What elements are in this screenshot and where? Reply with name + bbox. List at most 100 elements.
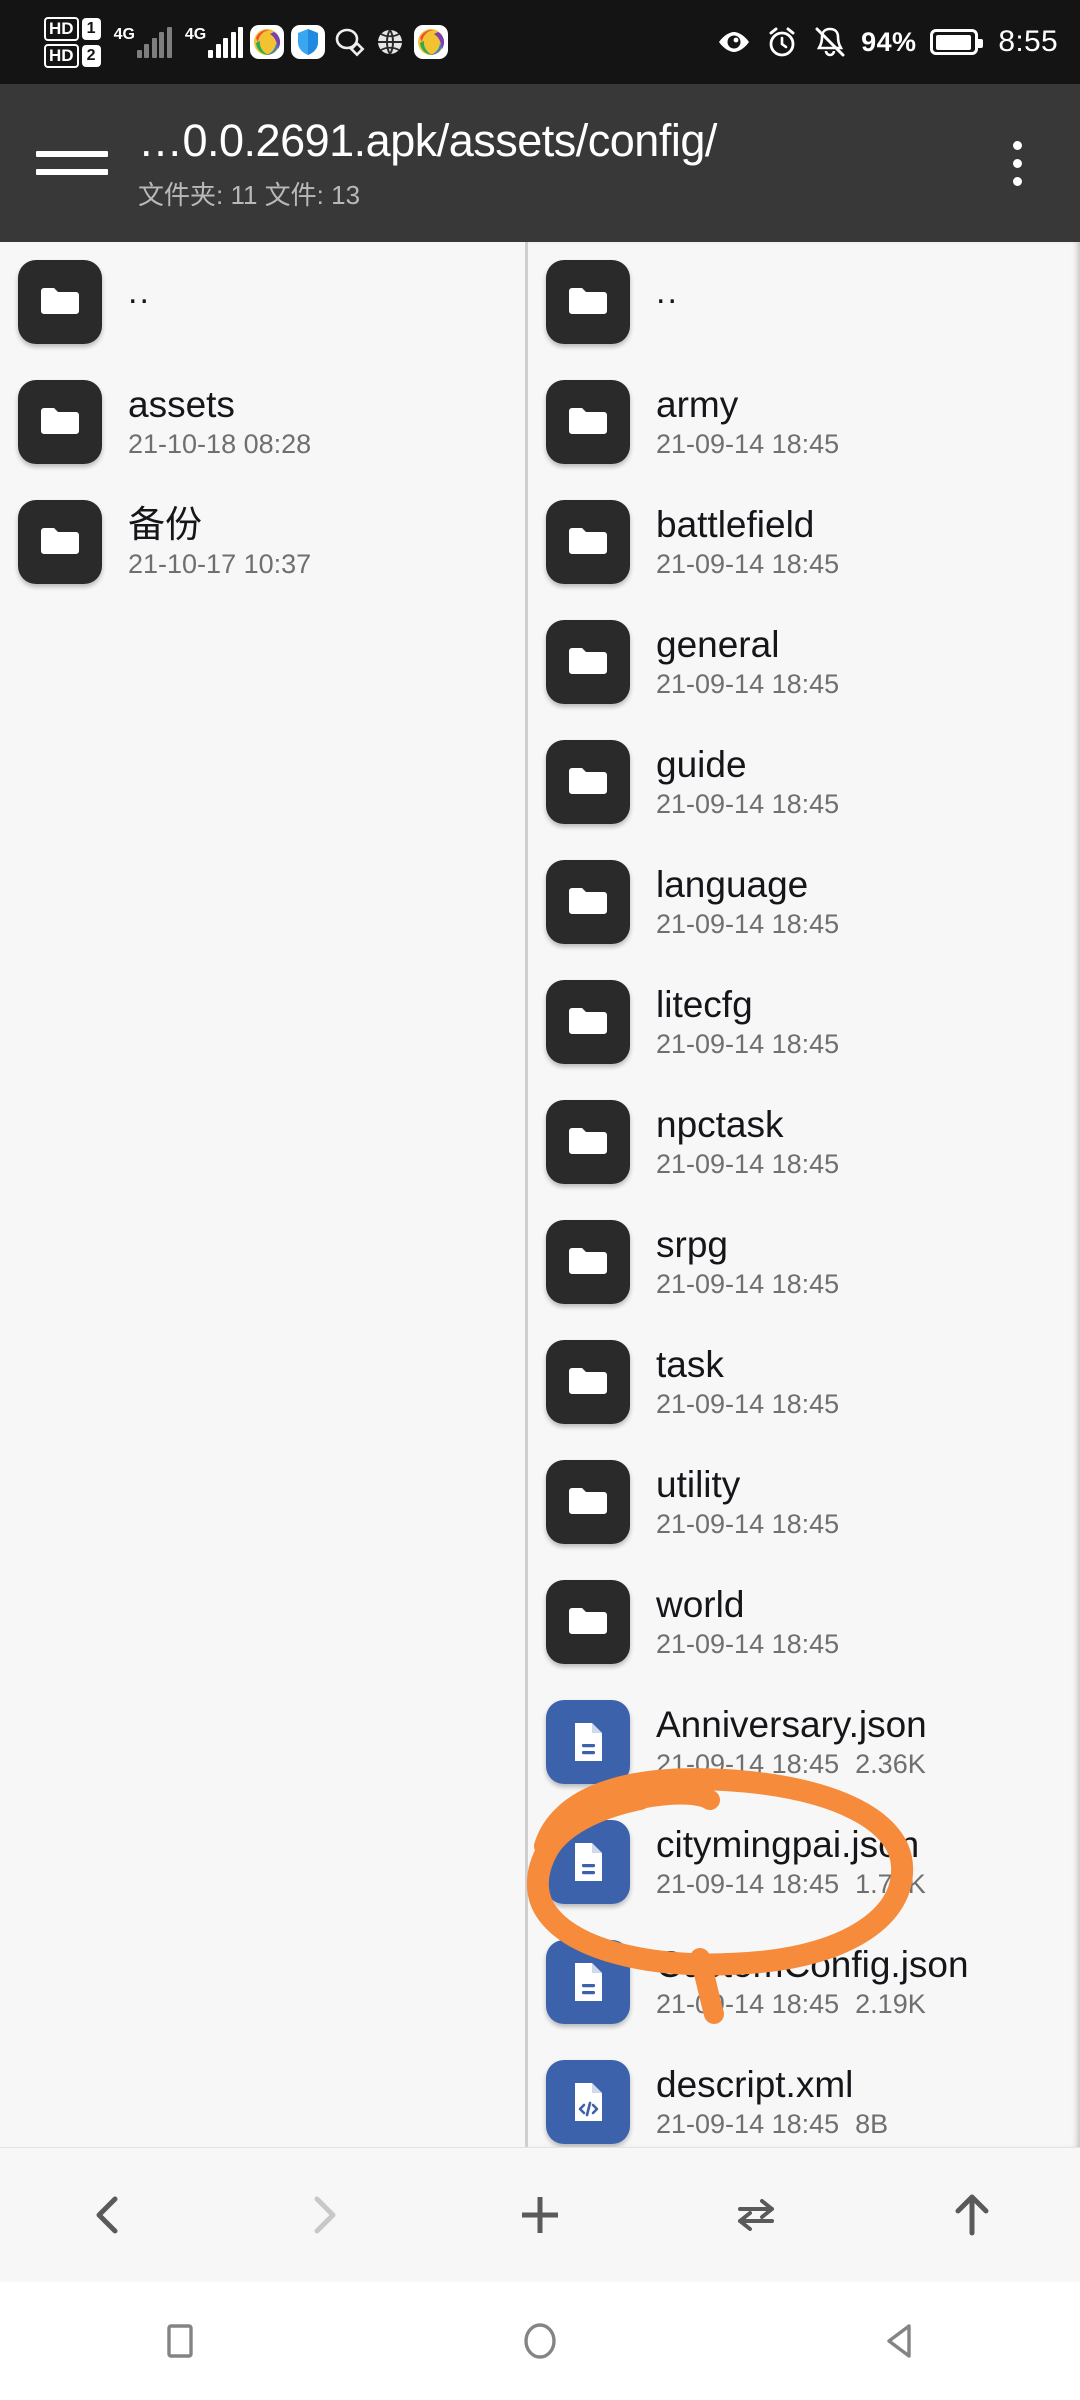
list-item-text: CustomConfig.json 21-09-14 18:45 2.19K	[656, 1944, 969, 2020]
list-item-date: 21-09-14 18:45	[656, 909, 840, 940]
list-item[interactable]: battlefield 21-09-14 18:45	[528, 482, 1080, 602]
chat-bubble-icon	[332, 25, 366, 59]
list-item[interactable]: guide 21-09-14 18:45	[528, 722, 1080, 842]
folder-icon	[546, 1220, 630, 1304]
folder-icon	[569, 408, 607, 434]
folder-file-count: 文件夹: 11 文件: 13	[138, 179, 361, 210]
swap-panes-button[interactable]	[648, 2187, 864, 2243]
list-item-date: 21-09-14 18:45	[656, 2109, 840, 2140]
add-button[interactable]	[432, 2187, 648, 2243]
list-item-meta: 21-10-17 10:37	[128, 549, 311, 580]
folder-icon	[546, 1340, 630, 1424]
dual-sim-hd-indicator: HD 1 HD 2	[44, 16, 101, 68]
list-item-meta: 21-09-14 18:45 2.36K	[656, 1749, 927, 1780]
list-item-text: utility 21-09-14 18:45	[656, 1464, 839, 1540]
folder-icon	[569, 1488, 607, 1514]
up-button[interactable]	[864, 2187, 1080, 2243]
list-item[interactable]: 备份 21-10-17 10:37	[0, 482, 525, 602]
list-item-text: citymingpai.json 21-09-14 18:45 1.72K	[656, 1824, 926, 1900]
back-button[interactable]	[0, 2189, 216, 2241]
list-item-name: world	[656, 1583, 745, 1625]
folder-icon	[569, 1608, 607, 1634]
list-item-name: Anniversary.json	[656, 1703, 927, 1745]
list-item-name: general	[656, 623, 780, 665]
colorful-ball-app-icon	[250, 25, 285, 59]
network-type-1: 4G	[113, 26, 135, 43]
left-file-pane[interactable]: .. assets 21-10-18 08:28 备份 21-10-17 10:37	[0, 242, 528, 2147]
folder-icon	[569, 888, 607, 914]
eye-icon	[717, 25, 751, 59]
circle-icon	[524, 2323, 556, 2359]
list-item[interactable]: army 21-09-14 18:45	[528, 362, 1080, 482]
list-item-date: 21-09-14 18:45	[656, 1389, 840, 1420]
right-file-pane[interactable]: .. army 21-09-14 18:45 battlefield 21-09-14 …	[528, 242, 1080, 2147]
list-item[interactable]: descript.xml 21-09-14 18:45 8B	[528, 2042, 1080, 2147]
list-item[interactable]: CustomConfig.json 21-09-14 18:45 2.19K	[528, 1922, 1080, 2042]
folder-icon	[546, 620, 630, 704]
list-item-name: assets	[128, 383, 235, 425]
recents-button[interactable]	[0, 2318, 360, 2364]
folder-icon	[41, 408, 79, 434]
list-item-text: army 21-09-14 18:45	[656, 384, 839, 460]
json-file-icon	[546, 1820, 630, 1904]
json-file-icon	[546, 1700, 630, 1784]
app-toolbar: …0.0.2691.apk/assets/config/ 文件夹: 11 文件:…	[0, 84, 1080, 242]
chevron-left-icon	[96, 2196, 118, 2234]
list-item-date: 21-09-14 18:45	[656, 669, 840, 700]
list-item[interactable]: litecfg 21-09-14 18:45	[528, 962, 1080, 1082]
signal-sim1: 4G	[114, 26, 172, 58]
list-item[interactable]: utility 21-09-14 18:45	[528, 1442, 1080, 1562]
sim-number-2: 2	[81, 44, 101, 67]
list-item[interactable]: assets 21-10-18 08:28	[0, 362, 525, 482]
list-item[interactable]: language 21-09-14 18:45	[528, 842, 1080, 962]
status-bar: HD 1 HD 2 4G 4G 94% 8:55	[0, 0, 1080, 84]
alarm-clock-icon	[765, 25, 799, 59]
list-item-text: descript.xml 21-09-14 18:45 8B	[656, 2064, 888, 2140]
home-button[interactable]	[360, 2318, 720, 2364]
list-item[interactable]: npctask 21-09-14 18:45	[528, 1082, 1080, 1202]
clock-time: 8:55	[998, 25, 1058, 58]
system-navigation-bar	[0, 2282, 1080, 2400]
dual-pane-file-browser: .. assets 21-10-18 08:28 备份 21-10-17 10:37 .…	[0, 242, 1080, 2147]
folder-icon	[569, 528, 607, 554]
forward-button[interactable]	[216, 2189, 432, 2241]
list-item[interactable]: citymingpai.json 21-09-14 18:45 1.72K	[528, 1802, 1080, 1922]
list-item-name: language	[656, 863, 809, 905]
list-item-name: 备份	[128, 503, 202, 545]
list-item-text: ..	[656, 273, 679, 321]
list-item-parent-dir[interactable]: ..	[528, 242, 1080, 362]
list-item-meta: 21-09-14 18:45	[656, 549, 839, 580]
triangle-left-icon	[887, 2324, 911, 2358]
list-item-name: litecfg	[656, 983, 753, 1025]
folder-icon	[546, 1460, 630, 1544]
list-item[interactable]: Anniversary.json 21-09-14 18:45 2.36K	[528, 1682, 1080, 1802]
list-item-date: 21-09-14 18:45	[656, 549, 840, 580]
colorful-ball-app-icon	[414, 25, 449, 59]
json-file-icon	[575, 1723, 602, 1761]
list-item-text: general 21-09-14 18:45	[656, 624, 839, 700]
list-item-name: descript.xml	[656, 2063, 854, 2105]
list-item-text: task 21-09-14 18:45	[656, 1344, 839, 1420]
list-item-name: task	[656, 1343, 724, 1385]
list-item-name: srpg	[656, 1223, 728, 1265]
folder-icon	[546, 1100, 630, 1184]
back-button[interactable]	[720, 2318, 1080, 2364]
list-item[interactable]: world 21-09-14 18:45	[528, 1562, 1080, 1682]
list-item-meta: 21-09-14 18:45	[656, 1269, 839, 1300]
status-bar-left: HD 1 HD 2 4G 4G	[44, 16, 449, 68]
list-item-text: srpg 21-09-14 18:45	[656, 1224, 839, 1300]
list-item-meta: 21-09-14 18:45	[656, 1149, 839, 1180]
list-item[interactable]: srpg 21-09-14 18:45	[528, 1202, 1080, 1322]
list-item[interactable]: task 21-09-14 18:45	[528, 1322, 1080, 1442]
more-vertical-icon[interactable]	[982, 124, 1052, 202]
sim-number-1: 1	[81, 17, 101, 40]
folder-icon	[569, 1008, 607, 1034]
hamburger-menu-icon[interactable]	[36, 127, 108, 199]
list-item-date: 21-09-14 18:45	[656, 429, 840, 460]
xml-file-icon	[575, 2083, 602, 2121]
list-item[interactable]: general 21-09-14 18:45	[528, 602, 1080, 722]
list-item-meta: 21-09-14 18:45	[656, 1509, 839, 1540]
list-item-parent-dir[interactable]: ..	[0, 242, 525, 362]
signal-bars-icon-2	[208, 27, 244, 58]
battery-icon	[930, 29, 984, 55]
